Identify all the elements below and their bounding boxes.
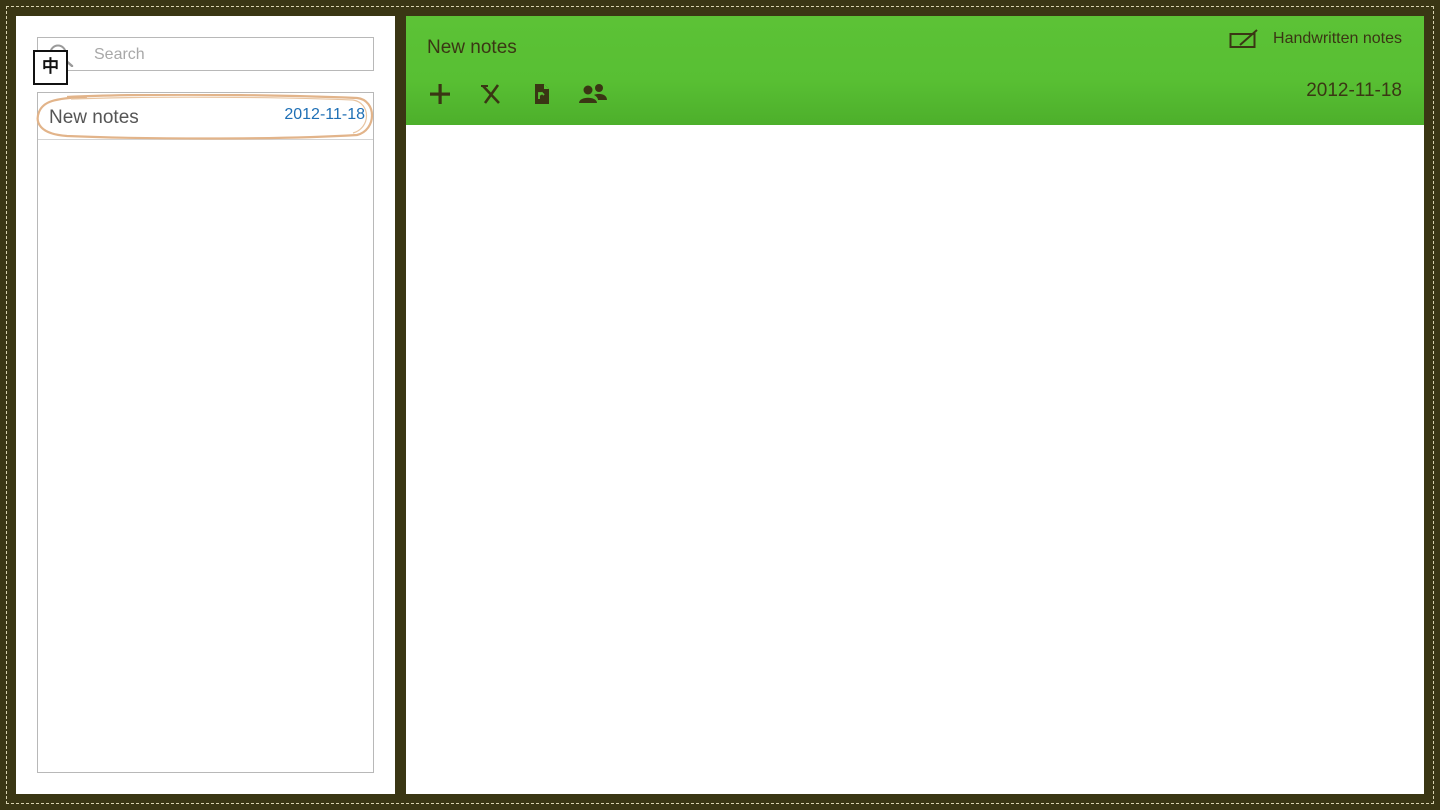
add-note-button[interactable] [424,78,456,110]
note-body-area[interactable] [406,125,1424,794]
share-button[interactable] [577,78,609,110]
search-input[interactable] [94,44,364,66]
delete-note-button[interactable] [475,78,507,110]
add-icon [428,82,452,106]
search-box[interactable] [37,37,374,71]
handwritten-notes-button[interactable]: Handwritten notes [1229,26,1402,52]
notes-list: New notes 2012-11-18 [37,92,374,773]
list-item-date: 2012-11-18 [284,106,365,123]
notes-sidebar: New notes 2012-11-18 [16,16,395,794]
note-header: New notes Handwritten notes 2012-11-18 [406,16,1424,125]
export-file-button[interactable] [526,78,558,110]
app-frame: New notes 2012-11-18 中 New notes Handwri… [0,0,1440,810]
note-editor: New notes Handwritten notes 2012-11-18 [406,16,1424,794]
toolbar [424,78,628,110]
share-users-icon [577,82,609,106]
note-title[interactable]: New notes [427,37,517,59]
export-file-icon [532,82,552,106]
delete-icon [479,82,503,106]
ime-indicator[interactable]: 中 [33,50,68,85]
list-item[interactable]: New notes 2012-11-18 [38,93,373,140]
list-item-title: New notes [49,107,139,128]
note-date: 2012-11-18 [1306,80,1402,101]
pen-tablet-icon [1229,28,1259,50]
handwritten-notes-label: Handwritten notes [1273,30,1402,47]
